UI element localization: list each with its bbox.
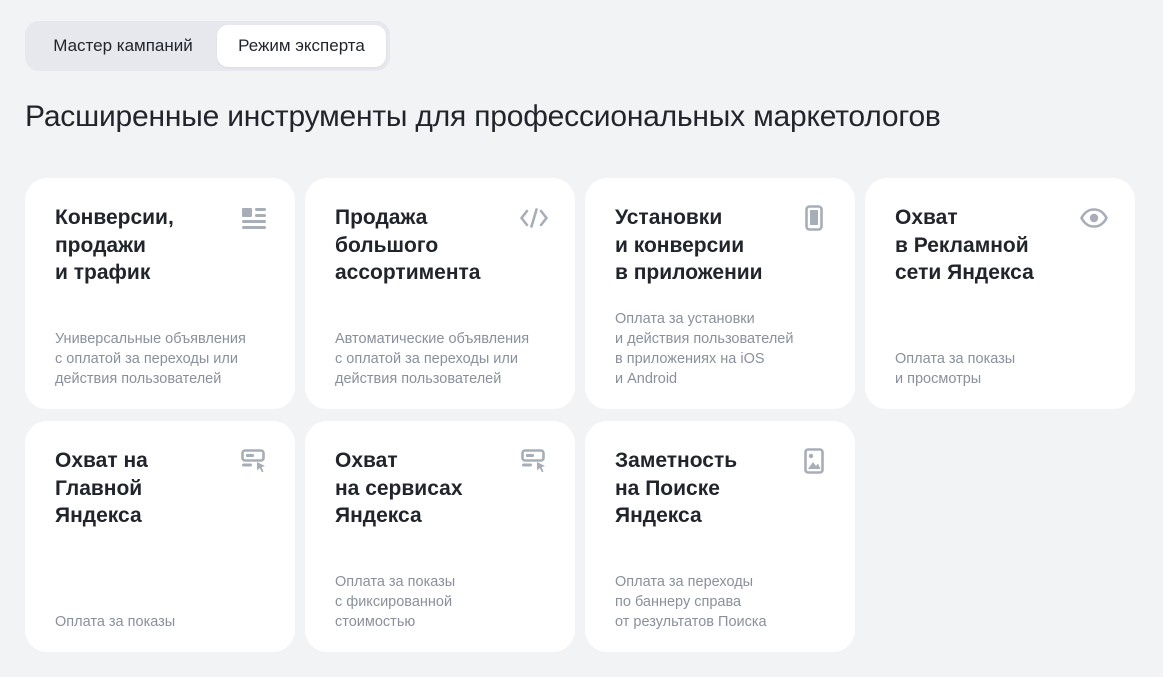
page-title: Расширенные инструменты для профессионал… [25, 100, 941, 133]
card-title: Охват в Рекламной сети Яндекса [895, 206, 1034, 284]
card-description: Оплата за показы [55, 614, 176, 630]
card-search-visibility[interactable]: Заметность на Поиске Яндекса Оплата за п… [585, 421, 855, 652]
card-description: Универсальные объявления с оплатой за пе… [55, 331, 246, 387]
banner-click-icon [240, 447, 268, 475]
card-description: Оплата за переходы по баннеру справа от … [615, 574, 767, 630]
card-description: Автоматические объявления с оплатой за п… [335, 331, 530, 387]
tab-campaign-master[interactable]: Мастер кампаний [29, 25, 217, 67]
card-large-assortment-sales[interactable]: Продажа большого ассортимента Автоматиче… [305, 178, 575, 409]
mode-switch: Мастер кампаний Режим эксперта [25, 21, 390, 71]
card-title: Установки и конверсии в приложении [615, 206, 763, 284]
text-lines-icon [240, 204, 268, 232]
card-title: Конверсии, продажи и трафик [55, 206, 174, 284]
smartphone-icon [800, 204, 828, 232]
card-conversions-sales-traffic[interactable]: Конверсии, продажи и трафик Универсальны… [25, 178, 295, 409]
card-title: Продажа большого ассортимента [335, 206, 481, 284]
card-title: Охват на сервисах Яндекса [335, 449, 463, 527]
banner-click-icon [520, 447, 548, 475]
card-description: Оплата за показы и просмотры [895, 351, 1016, 387]
card-description: Оплата за показы с фиксированной стоимос… [335, 574, 456, 630]
card-app-installs[interactable]: Установки и конверсии в приложении Оплат… [585, 178, 855, 409]
card-main-page-reach[interactable]: Охват на Главной Яндекса Оплата за показ… [25, 421, 295, 652]
eye-icon [1080, 204, 1108, 232]
card-title: Заметность на Поиске Яндекса [615, 449, 738, 527]
code-icon [520, 204, 548, 232]
card-description: Оплата за установки и действия пользоват… [615, 311, 794, 387]
tab-expert-mode[interactable]: Режим эксперта [217, 25, 386, 67]
image-banner-icon [800, 447, 828, 475]
card-services-reach[interactable]: Охват на сервисах Яндекса Оплата за пока… [305, 421, 575, 652]
card-ad-network-reach[interactable]: Охват в Рекламной сети Яндекса Оплата за… [865, 178, 1135, 409]
card-title: Охват на Главной Яндекса [55, 449, 148, 527]
